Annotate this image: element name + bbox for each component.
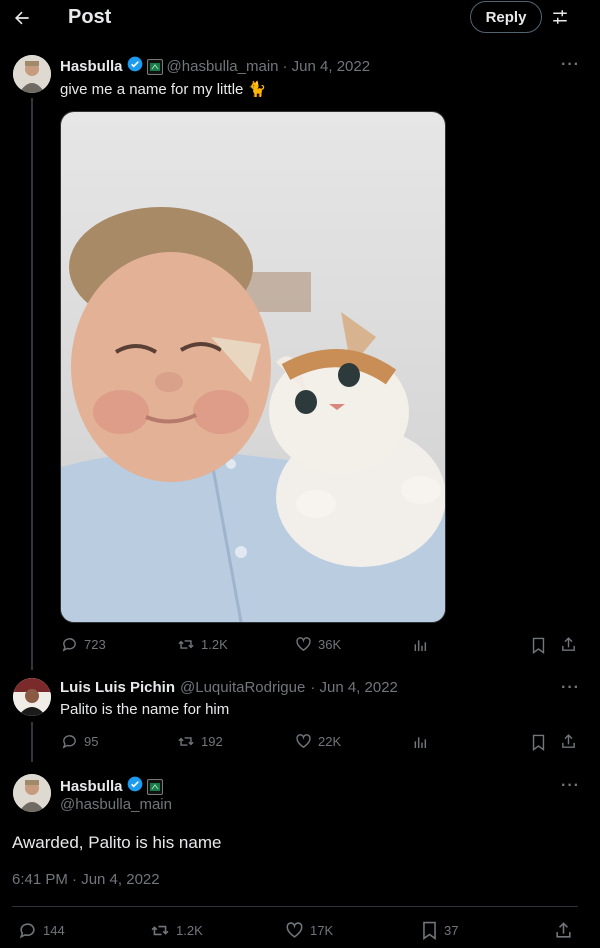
like-count: 17K (310, 923, 334, 938)
reply-action[interactable]: 95 (61, 733, 98, 750)
reply-button[interactable]: Reply (470, 1, 542, 33)
post-image[interactable] (60, 111, 446, 623)
bookmark-icon[interactable] (531, 734, 546, 751)
repost-count: 1.2K (201, 637, 228, 652)
repost-count: 192 (201, 734, 223, 749)
analytics-icon[interactable] (412, 734, 428, 750)
post-date[interactable]: · Jun 4, 2022 (283, 58, 371, 75)
comment-icon (61, 733, 78, 750)
like-action[interactable]: 36K (295, 636, 341, 653)
post-timestamp[interactable]: 6:41 PM · Jun 4, 2022 (12, 871, 160, 888)
repost-action[interactable]: 1.2K (177, 636, 228, 653)
share-icon[interactable] (560, 636, 577, 653)
author-name[interactable]: Hasbulla (60, 778, 123, 795)
verified-badge-icon (127, 56, 143, 77)
post-text: give me a name for my little 🐈 (60, 81, 267, 98)
author-name[interactable]: Luis Luis Pichin (60, 679, 175, 696)
reply-count: 723 (84, 637, 106, 652)
author-handle[interactable]: @LuquitaRodrigue (180, 679, 305, 696)
like-action[interactable]: 17K (285, 921, 333, 940)
comment-icon (18, 921, 37, 940)
heart-icon (295, 733, 312, 750)
reply-action[interactable]: 144 (18, 921, 65, 940)
affiliate-badge-icon (146, 778, 163, 795)
heart-icon (295, 636, 312, 653)
verified-badge-icon (127, 776, 143, 797)
more-options-icon[interactable]: ··· (561, 56, 580, 74)
repost-icon (150, 921, 170, 940)
divider (12, 906, 578, 907)
avatar[interactable] (13, 774, 51, 812)
reply-count: 144 (43, 923, 65, 938)
more-options-icon[interactable]: ··· (561, 679, 580, 697)
repost-action[interactable]: 1.2K (150, 921, 203, 940)
heart-icon (285, 921, 304, 940)
author-name[interactable]: Hasbulla (60, 58, 123, 75)
like-count: 36K (318, 637, 342, 652)
bookmark-icon[interactable] (531, 637, 546, 654)
thread-line (31, 722, 33, 762)
page-title: Post (68, 6, 112, 28)
avatar[interactable] (13, 678, 51, 716)
share-icon[interactable] (554, 921, 573, 940)
share-icon[interactable] (560, 733, 577, 750)
repost-icon (177, 636, 195, 653)
author-handle[interactable]: @hasbulla_main (60, 796, 172, 813)
repost-count: 1.2K (176, 923, 203, 938)
author-handle[interactable]: @hasbulla_main (167, 58, 279, 75)
repost-action[interactable]: 192 (177, 733, 223, 750)
settings-sliders-icon[interactable] (551, 8, 569, 26)
like-action[interactable]: 22K (295, 733, 341, 750)
post-text: Awarded, Palito is his name (12, 833, 222, 852)
reply-count: 95 (84, 734, 99, 749)
affiliate-badge-icon (146, 58, 163, 75)
bookmark-icon (421, 921, 438, 940)
back-arrow-icon[interactable] (12, 8, 32, 28)
bookmark-count: 37 (444, 923, 459, 938)
thread-line (31, 98, 33, 670)
post-text: Palito is the name for him (60, 701, 230, 718)
comment-icon (61, 636, 78, 653)
post-date[interactable]: · Jun 4, 2022 (310, 679, 398, 696)
bookmark-action[interactable]: 37 (421, 921, 458, 940)
more-options-icon[interactable]: ··· (561, 777, 580, 795)
repost-icon (177, 733, 195, 750)
avatar[interactable] (13, 55, 51, 93)
reply-action[interactable]: 723 (61, 636, 106, 653)
like-count: 22K (318, 734, 342, 749)
analytics-icon[interactable] (412, 637, 428, 653)
